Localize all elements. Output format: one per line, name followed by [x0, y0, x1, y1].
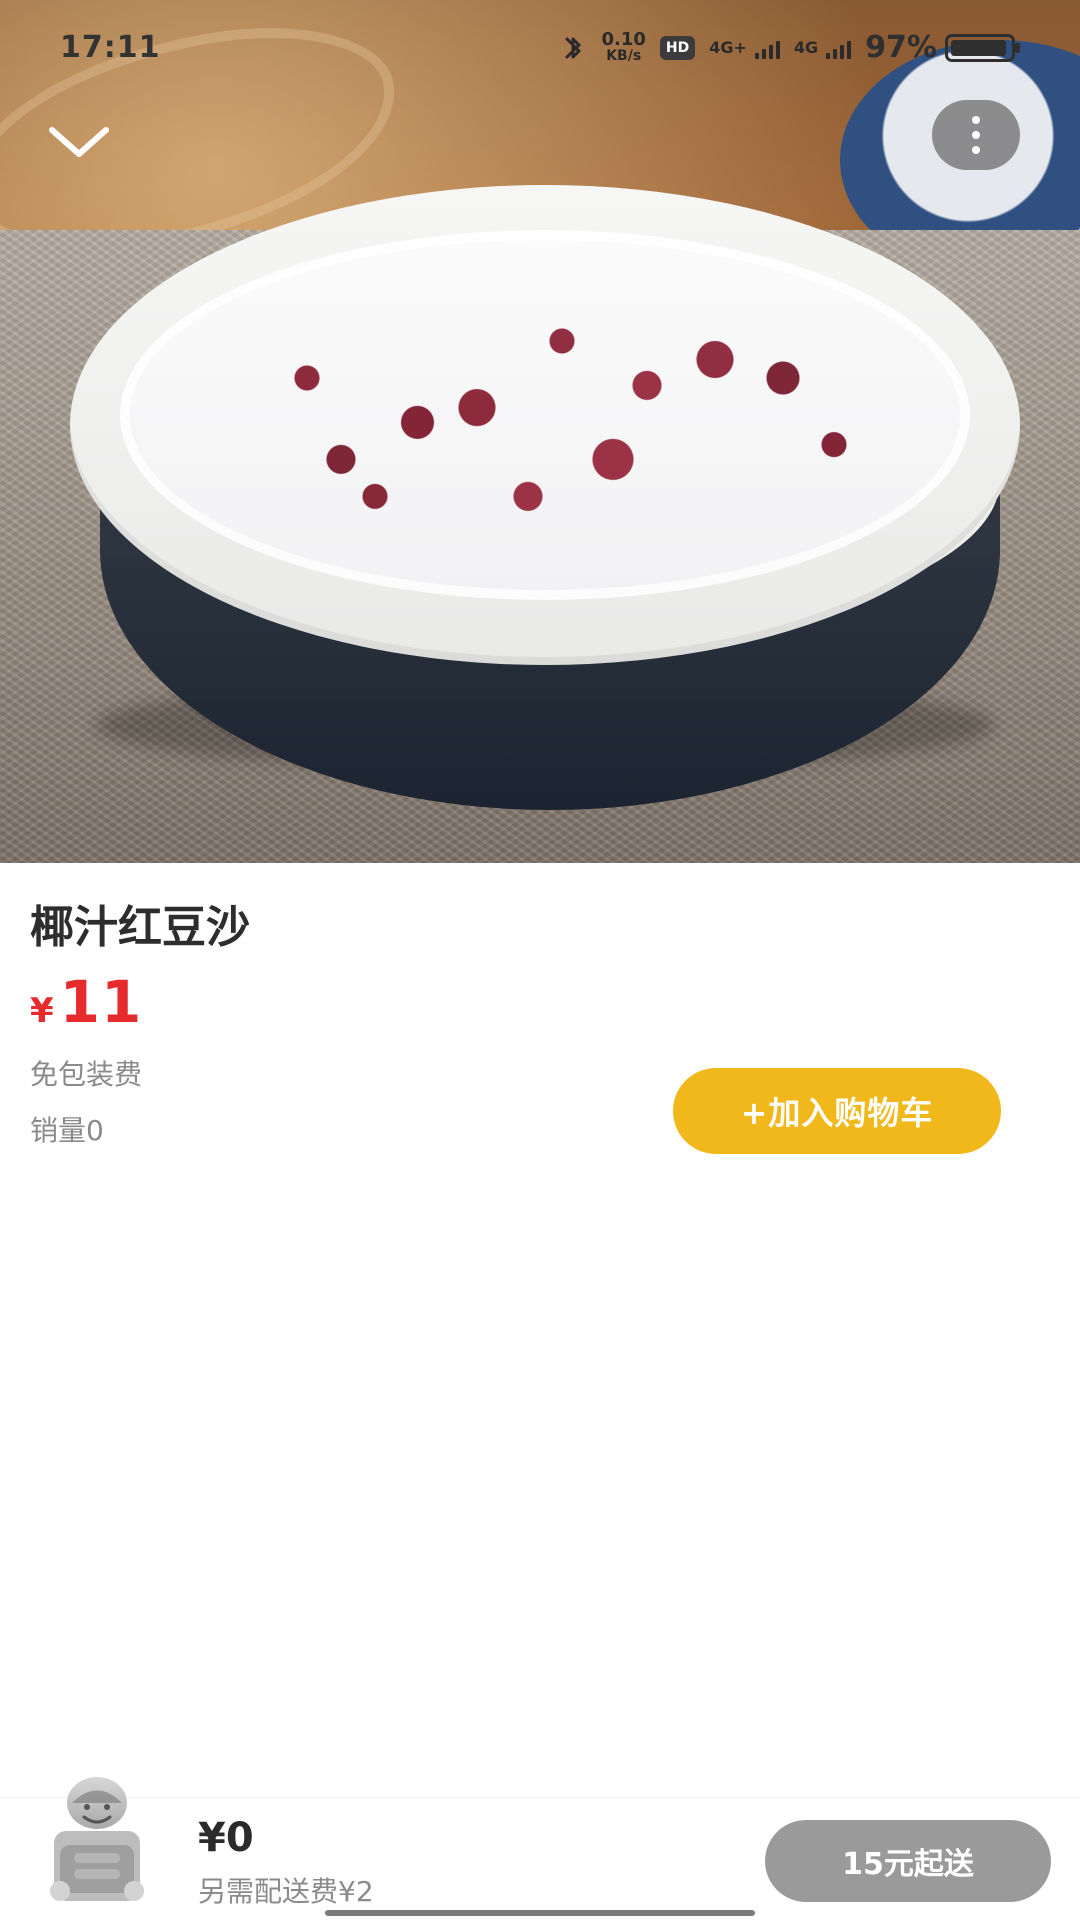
add-to-cart-button[interactable]: +加入购物车: [673, 1068, 1001, 1154]
price-value: 11: [59, 968, 143, 1036]
battery-level: [951, 39, 1006, 56]
hd-badge: HD: [659, 35, 696, 60]
min-order-button[interactable]: 15元起送: [765, 1820, 1051, 1902]
signal-bars-1-icon: [754, 37, 780, 59]
network-2: 4G: [793, 37, 852, 59]
chevron-down-icon: [49, 127, 109, 157]
network-speed-unit: KB/s: [606, 47, 642, 64]
more-button[interactable]: [932, 100, 1020, 170]
mascot-icon: [50, 1777, 144, 1901]
cart-total: ¥0: [198, 1815, 254, 1861]
mascot: [32, 1773, 162, 1913]
battery-percent: 97%: [865, 30, 937, 65]
network-1: 4G+: [709, 37, 780, 59]
more-vertical-icon: [972, 116, 980, 154]
network-speed-value: 0.10: [601, 28, 646, 50]
product-hero-image: 17:11 0.10 KB/s HD 4G+ 4G 97%: [0, 0, 1080, 863]
packing-fee-note: 免包装费: [30, 1058, 143, 1091]
status-icons: 0.10 KB/s HD 4G+ 4G 97%: [561, 28, 1020, 65]
currency-symbol: ¥: [30, 991, 54, 1031]
network-speed: 0.10 KB/s: [601, 28, 646, 64]
red-bean-soup: [120, 230, 970, 600]
delivery-fee-note: 另需配送费¥2: [198, 1875, 374, 1908]
product-detail-page: 17:11 0.10 KB/s HD 4G+ 4G 97% 椰汁红豆沙 ¥ 11…: [0, 0, 1080, 1920]
bluetooth-icon: [561, 33, 587, 63]
network-2-label: 4G: [793, 37, 819, 57]
signal-bars-2-icon: [826, 37, 852, 59]
battery-icon: [945, 33, 1020, 62]
home-indicator: [325, 1910, 755, 1916]
battery: 97%: [865, 30, 1020, 65]
back-button[interactable]: [44, 112, 114, 172]
product-price: ¥ 11: [30, 968, 142, 1036]
product-title: 椰汁红豆沙: [30, 902, 250, 953]
sales-count: 销量0: [30, 1114, 104, 1147]
status-bar: 17:11 0.10 KB/s HD 4G+ 4G 97%: [0, 0, 1080, 96]
status-time: 17:11: [60, 30, 161, 65]
network-1-label: 4G+: [709, 37, 747, 57]
